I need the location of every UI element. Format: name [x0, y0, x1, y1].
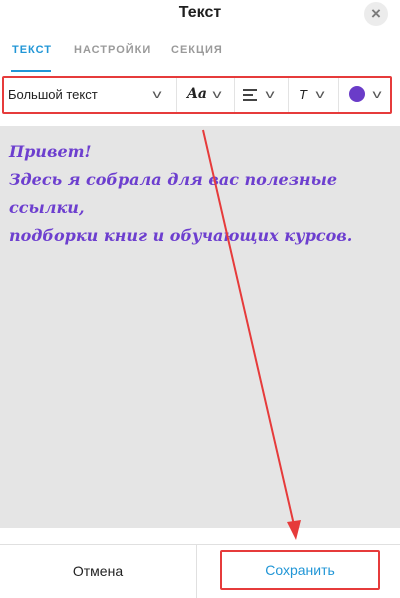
annotation-arrow [202, 129, 301, 540]
